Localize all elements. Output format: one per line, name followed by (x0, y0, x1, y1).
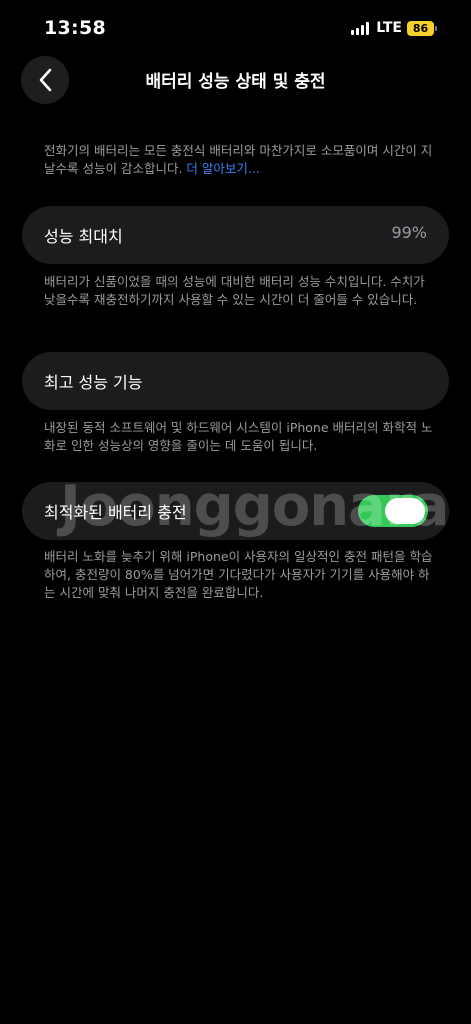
optimized-charging-row: 최적화된 배터리 충전 (22, 482, 449, 540)
battery-level: 86 (407, 20, 434, 36)
optimized-charging-description: 배터리 노화를 늦추기 위해 iPhone이 사용자의 일상적인 충전 패턴을 … (44, 549, 433, 600)
optimized-charging-label: 최적화된 배터리 충전 (44, 503, 187, 522)
peak-performance-description: 내장된 동적 소프트웨어 및 하드웨어 시스템이 iPhone 배터리의 화학적… (44, 420, 433, 453)
toggle-knob (385, 498, 425, 524)
max-capacity-description: 배터리가 신품이었을 때의 성능에 대비한 배터리 성능 수치입니다. 수치가 … (44, 274, 425, 307)
optimized-charging-toggle[interactable] (358, 495, 428, 527)
max-capacity-row: 성능 최대치 99% (22, 206, 449, 264)
page-title: 배터리 성능 상태 및 충전 (145, 72, 326, 92)
peak-performance-label: 최고 성능 기능 (44, 373, 143, 392)
learn-more-link[interactable]: 더 알아보기... (186, 161, 259, 176)
cellular-signal-icon (351, 21, 370, 35)
max-capacity-value: 99% (391, 223, 427, 242)
intro-description: 전화기의 배터리는 모든 충전식 배터리와 마찬가지로 소모품이며 시간이 지날… (44, 142, 439, 178)
status-bar: 13:58 LTE 86 (0, 0, 471, 56)
navigation-bar: 배터리 성능 상태 및 충전 (0, 56, 471, 104)
peak-performance-row[interactable]: 최고 성능 기능 (22, 352, 449, 410)
screen: 13:58 LTE 86 배터리 성능 상태 및 충전 전화기의 배터리는 모든… (0, 0, 471, 1024)
battery-icon: 86 (407, 20, 437, 36)
status-indicators: LTE 86 (351, 20, 437, 36)
max-capacity-label: 성능 최대치 (44, 227, 123, 246)
network-type: LTE (376, 20, 402, 36)
status-time: 13:58 (44, 17, 106, 39)
